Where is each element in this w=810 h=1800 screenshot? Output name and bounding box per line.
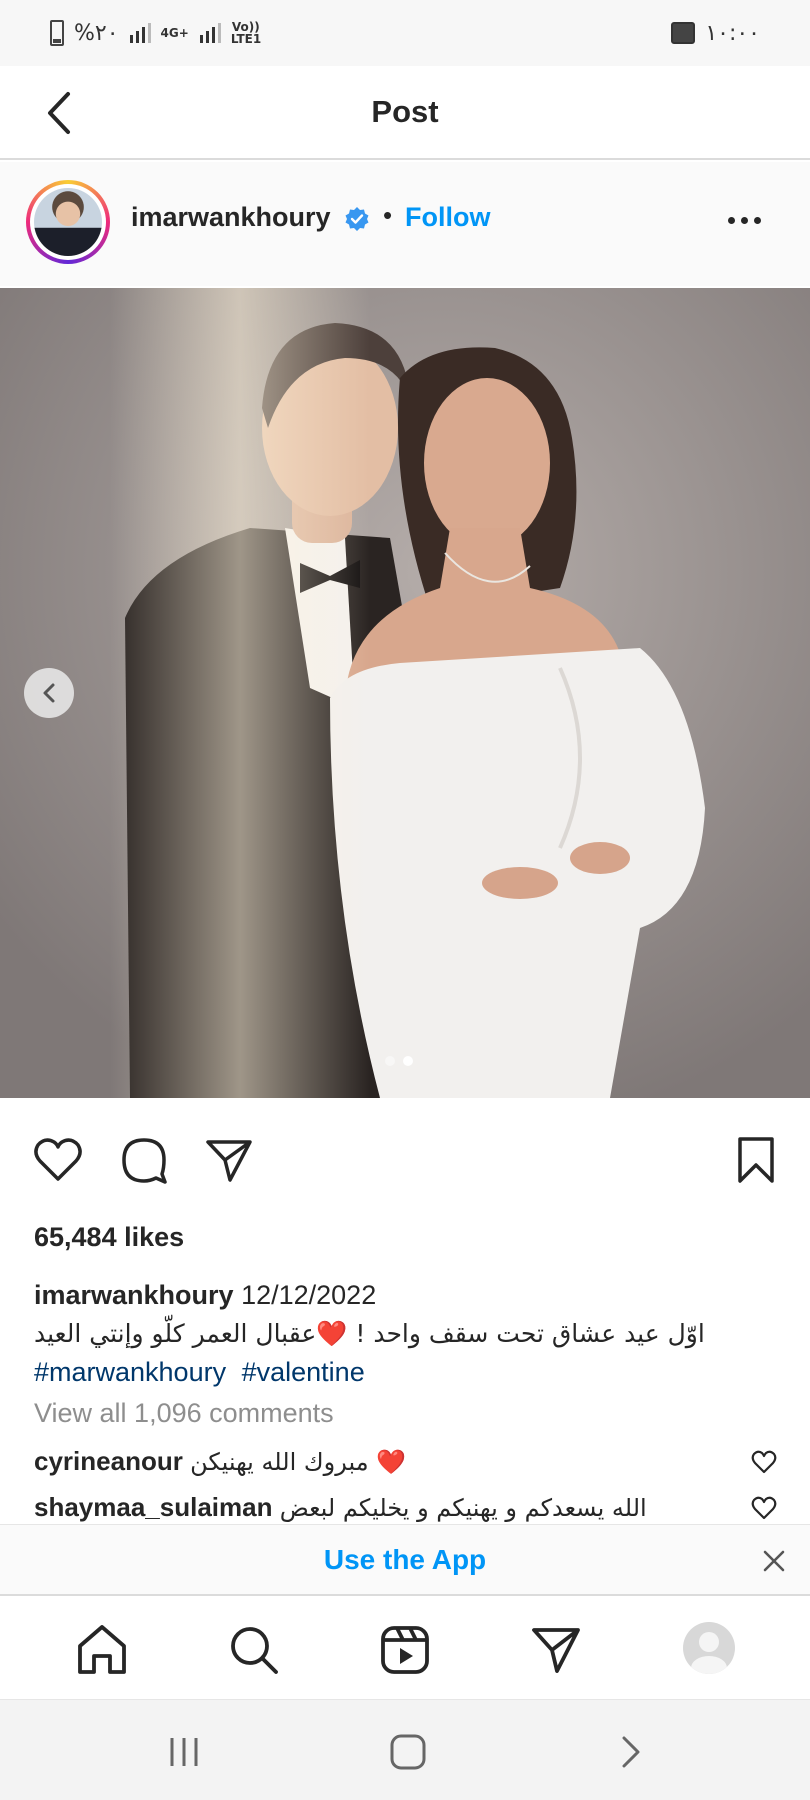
separator-dot: •	[383, 200, 393, 230]
direct-message-icon[interactable]	[528, 1622, 584, 1678]
default-avatar-icon	[691, 1632, 727, 1674]
gallery-notification-icon	[671, 22, 696, 44]
hashtag-link[interactable]: #marwankhoury	[34, 1357, 226, 1387]
status-left: %٢٠ 4G+ Vo)) LTE1	[50, 20, 261, 46]
back-button-icon[interactable]	[612, 1734, 652, 1770]
clock: ١٠:٠٠	[705, 20, 760, 46]
view-all-comments-link[interactable]: View all 1,096 comments	[34, 1398, 334, 1429]
comment-text: الله يسعدكم و يهنيكم و يخليكم لبعض	[279, 1494, 647, 1522]
battery-percent: %٢٠	[74, 20, 119, 46]
caption-text: اوّل عيد عشاق تحت سقف واحد ! ❤️عقبال الع…	[34, 1319, 705, 1348]
avatar-border	[30, 184, 106, 260]
profile-avatar-icon[interactable]	[683, 1622, 735, 1674]
post-photo[interactable]	[0, 288, 810, 1098]
share-icon[interactable]	[202, 1134, 254, 1186]
post-actions	[0, 1120, 810, 1200]
system-navigation-bar	[0, 1700, 810, 1800]
app-header: Post	[0, 66, 810, 160]
carousel-dot	[385, 1056, 395, 1066]
back-arrow-icon[interactable]	[40, 88, 80, 138]
volte-indicator: Vo)) LTE1	[230, 20, 262, 46]
comment-username[interactable]: cyrineanour	[34, 1446, 183, 1476]
post-header: imarwankhoury • Follow	[0, 162, 810, 286]
follow-button[interactable]: Follow	[405, 202, 490, 233]
search-icon[interactable]	[226, 1622, 282, 1678]
home-icon[interactable]	[74, 1622, 130, 1678]
avatar-image	[34, 188, 102, 256]
reels-icon[interactable]	[377, 1622, 433, 1678]
comment-icon[interactable]	[118, 1134, 170, 1186]
dot	[728, 216, 735, 224]
verified-badge-icon	[345, 207, 369, 231]
comment-text: مبروك الله يهنيكن ❤️	[190, 1448, 407, 1476]
story-avatar[interactable]	[26, 180, 110, 264]
carousel-prev-button[interactable]	[24, 668, 74, 718]
caption-header: imarwankhoury 12/12/2022	[34, 1276, 784, 1314]
close-icon[interactable]	[760, 1547, 788, 1575]
caption-username[interactable]: imarwankhoury	[34, 1280, 234, 1310]
bookmark-icon[interactable]	[730, 1134, 782, 1186]
use-app-banner: Use the App	[0, 1524, 810, 1596]
home-button-icon[interactable]	[388, 1734, 428, 1770]
comment-row: shaymaa_sulaiman الله يسعدكم و يهنيكم و …	[34, 1492, 734, 1523]
network-type-4g: 4G+	[160, 26, 189, 40]
hashtag-link[interactable]: #valentine	[242, 1357, 365, 1387]
comment-heart-icon[interactable]	[750, 1448, 778, 1476]
chevron-left-icon	[43, 683, 55, 703]
likes-count[interactable]: 65,484 likes	[34, 1222, 184, 1253]
caption-date: 12/12/2022	[241, 1280, 377, 1310]
dot	[754, 216, 761, 224]
dot	[741, 216, 748, 224]
heart-icon[interactable]	[32, 1134, 84, 1186]
comment-username[interactable]: shaymaa_sulaiman	[34, 1492, 272, 1522]
more-options-icon[interactable]	[728, 208, 776, 232]
battery-icon	[50, 20, 64, 46]
bottom-navigation	[0, 1598, 810, 1700]
carousel-indicator	[385, 1056, 413, 1066]
carousel-dot-active	[403, 1056, 413, 1066]
recent-apps-icon[interactable]	[164, 1734, 204, 1770]
comment-heart-icon[interactable]	[750, 1494, 778, 1522]
post-caption: imarwankhoury 12/12/2022 اوّل عيد عشاق ت…	[34, 1276, 784, 1391]
couple-photo	[0, 288, 810, 1098]
status-bar: %٢٠ 4G+ Vo)) LTE1 ١٠:٠٠	[0, 0, 810, 66]
signal-icon	[129, 23, 151, 43]
use-app-button[interactable]: Use the App	[324, 1544, 486, 1576]
comment-row: cyrineanour مبروك الله يهنيكن ❤️	[34, 1446, 734, 1477]
caption-hashtags: #marwankhoury #valentine	[34, 1353, 784, 1391]
post-username[interactable]: imarwankhoury	[131, 202, 331, 233]
page-title: Post	[371, 94, 439, 129]
status-right: ١٠:٠٠	[671, 21, 760, 46]
signal-icon-2	[199, 23, 221, 43]
